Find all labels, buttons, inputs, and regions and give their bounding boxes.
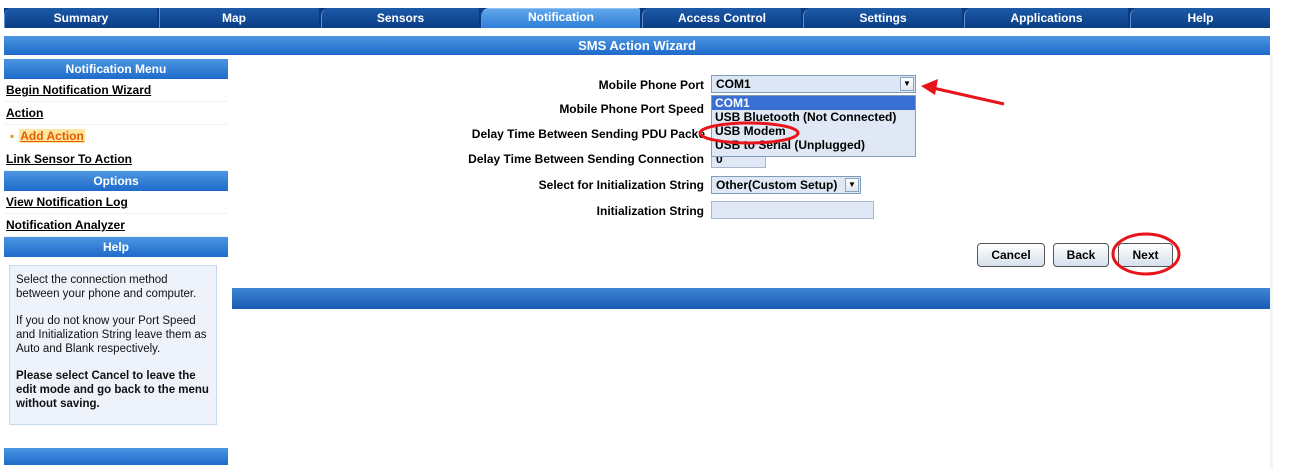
tab-sensors[interactable]: Sensors <box>321 8 479 28</box>
delay-connection-label: Delay Time Between Sending Connection <box>468 152 704 166</box>
sidebar: Notification Menu Begin Notification Wiz… <box>4 59 228 465</box>
red-arrow-icon <box>921 79 1005 106</box>
delay-pdu-label: Delay Time Between Sending PDU Packe <box>471 127 705 141</box>
port-option-usb-serial[interactable]: USB to Serial (Unplugged) <box>712 138 915 152</box>
right-edge-divider <box>1270 56 1273 469</box>
tab-map[interactable]: Map <box>159 8 319 28</box>
init-select-label: Select for Initialization String <box>538 178 704 192</box>
page-title: SMS Action Wizard <box>4 36 1270 55</box>
sidebar-footer-bar <box>4 448 228 465</box>
init-string-input[interactable] <box>711 201 874 219</box>
init-string-label: Initialization String <box>596 204 704 218</box>
options-header: Options <box>4 171 228 191</box>
chevron-down-icon[interactable]: ▼ <box>845 178 859 192</box>
init-string-select-value: Other(Custom Setup) <box>716 178 838 192</box>
cancel-button[interactable]: Cancel <box>977 243 1045 267</box>
help-text-port-speed: If you do not know your Port Speed and I… <box>16 315 207 355</box>
sidebar-item-begin-wizard[interactable]: Begin Notification Wizard <box>4 79 228 102</box>
sidebar-item-add-action-label[interactable]: Add Action <box>19 129 85 143</box>
mobile-phone-port-select[interactable]: COM1 ▼ <box>711 75 916 93</box>
help-text-cancel: Please select Cancel to leave the edit m… <box>16 370 209 410</box>
sidebar-item-view-log[interactable]: View Notification Log <box>4 191 228 214</box>
bullet-icon: ▪ <box>10 129 15 143</box>
mobile-phone-port-value: COM1 <box>716 77 751 91</box>
sidebar-item-add-action[interactable]: ▪ Add Action <box>4 125 228 148</box>
mobile-phone-port-label: Mobile Phone Port <box>598 78 704 92</box>
port-option-usb-bluetooth[interactable]: USB Bluetooth (Not Connected) <box>712 110 915 124</box>
tab-help[interactable]: Help <box>1130 8 1270 28</box>
port-option-usb-modem[interactable]: USB Modem <box>712 124 915 138</box>
chevron-down-icon[interactable]: ▼ <box>900 77 914 91</box>
tab-notification[interactable]: Notification <box>481 8 640 28</box>
port-option-com1[interactable]: COM1 <box>712 96 915 110</box>
help-text-connection: Select the connection method between you… <box>16 274 197 300</box>
tab-settings[interactable]: Settings <box>803 8 962 28</box>
init-string-select[interactable]: Other(Custom Setup) ▼ <box>711 176 861 194</box>
port-speed-label: Mobile Phone Port Speed <box>559 102 704 116</box>
notification-menu-header: Notification Menu <box>4 59 228 79</box>
sidebar-item-action[interactable]: Action <box>4 102 228 125</box>
tab-summary[interactable]: Summary <box>4 8 157 28</box>
sidebar-item-analyzer[interactable]: Notification Analyzer <box>4 214 228 237</box>
tab-access-control[interactable]: Access Control <box>642 8 801 28</box>
tab-applications[interactable]: Applications <box>964 8 1128 28</box>
port-dropdown-list[interactable]: COM1 USB Bluetooth (Not Connected) USB M… <box>711 95 916 157</box>
sidebar-item-link-sensor[interactable]: Link Sensor To Action <box>4 148 228 171</box>
help-panel: Select the connection method between you… <box>9 265 217 425</box>
help-header: Help <box>4 237 228 257</box>
content-footer-bar <box>232 288 1270 309</box>
main-tab-bar: Summary Map Sensors Notification Access … <box>4 8 1270 28</box>
next-button[interactable]: Next <box>1118 243 1173 267</box>
back-button[interactable]: Back <box>1053 243 1109 267</box>
